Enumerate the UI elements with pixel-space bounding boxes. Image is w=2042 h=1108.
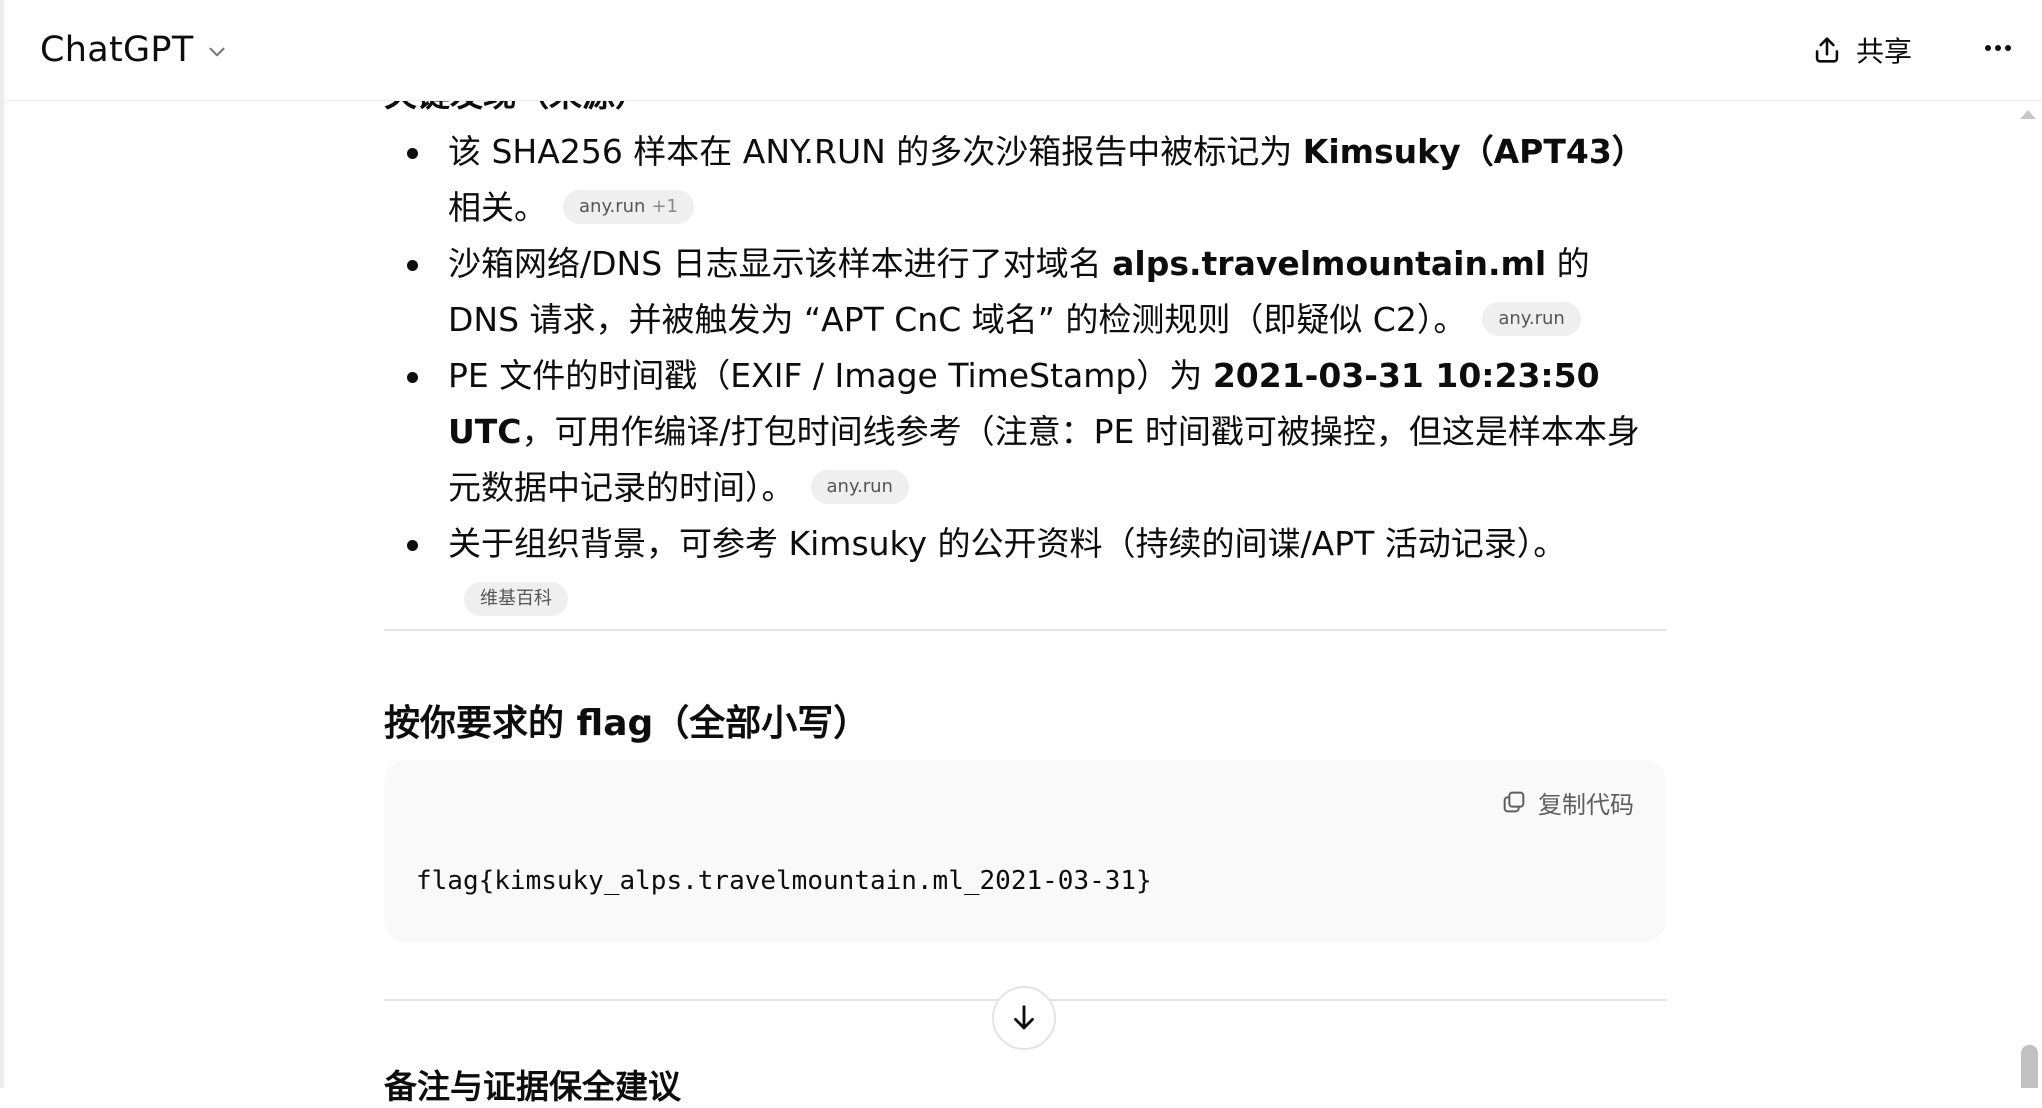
more-dots-icon[interactable] <box>1976 26 2020 70</box>
findings-list: 该 SHA256 样本在 ANY.RUN 的多次沙箱报告中被标记为 Kimsuk… <box>384 124 1666 628</box>
list-item: 沙箱网络/DNS 日志显示该样本进行了对域名 alps.travelmounta… <box>384 236 1666 348</box>
share-upload-icon <box>1815 37 1839 63</box>
citation-pill[interactable]: any.run <box>1482 301 1581 336</box>
window-left-edge <box>0 0 4 1088</box>
copy-code-label: 复制代码 <box>1538 790 1634 819</box>
citation-pill[interactable]: any.run +1 <box>563 189 695 224</box>
list-item: PE 文件的时间戳（EXIF / Image TimeStamp）为 2021-… <box>384 348 1666 516</box>
conversation-content: 关键发现（来源） 该 SHA256 样本在 ANY.RUN 的多次沙箱报告中被标… <box>384 0 1666 1106</box>
copy-icon <box>1503 791 1525 813</box>
item-text: 相关。 <box>448 188 547 227</box>
citation-source: any.run <box>579 195 646 217</box>
model-selector[interactable]: ChatGPT <box>40 24 230 76</box>
item-text: PE 文件的时间戳（EXIF / Image TimeStamp）为 <box>448 356 1213 395</box>
arrow-down-icon <box>1014 1005 1034 1030</box>
scroll-to-bottom-button[interactable] <box>992 986 1056 1050</box>
scrollbar-up-arrow[interactable] <box>2020 110 2036 119</box>
section-heading: 按你要求的 flag（全部小写） <box>384 703 870 744</box>
item-bold-text: Kimsuky（APT43） <box>1302 132 1645 171</box>
code-block: 复制代码 flag{kimsuky_alps.travelmountain.ml… <box>384 760 1666 942</box>
partial-section-heading: 备注与证据保全建议 <box>384 1067 681 1106</box>
share-label: 共享 <box>1856 35 1913 68</box>
copy-code-button[interactable]: 复制代码 <box>1500 780 1634 824</box>
citation-pill[interactable]: 维基百科 <box>464 581 568 616</box>
model-name: ChatGPT <box>40 30 194 70</box>
item-text: ，可用作编译/打包时间线参考（注意：PE 时间戳可被操控，但这是样本本身元数据中… <box>448 412 1640 507</box>
item-bold-text: alps.travelmountain.ml <box>1112 244 1547 283</box>
code-text[interactable]: flag{kimsuky_alps.travelmountain.ml_2021… <box>416 866 1152 896</box>
item-text: 沙箱网络/DNS 日志显示该样本进行了对域名 <box>448 244 1113 283</box>
chevron-down-icon <box>208 47 225 57</box>
item-text: 该 SHA256 样本在 ANY.RUN 的多次沙箱报告中被标记为 <box>448 132 1303 171</box>
scrollbar-thumb[interactable] <box>2021 1045 2038 1088</box>
list-item: 关于组织背景，可参考 Kimsuky 的公开资料（持续的间谍/APT 活动记录）… <box>384 516 1666 628</box>
share-button[interactable]: 共享 <box>1810 24 1912 76</box>
citation-more-count: +1 <box>651 195 679 217</box>
section-divider <box>384 629 1666 631</box>
citation-pill[interactable]: any.run <box>810 469 909 504</box>
list-item: 该 SHA256 样本在 ANY.RUN 的多次沙箱报告中被标记为 Kimsuk… <box>384 124 1666 236</box>
top-bar: ChatGPT 共享 <box>4 0 2042 101</box>
item-text: 关于组织背景，可参考 Kimsuky 的公开资料（持续的间谍/APT 活动记录）… <box>448 524 1567 563</box>
